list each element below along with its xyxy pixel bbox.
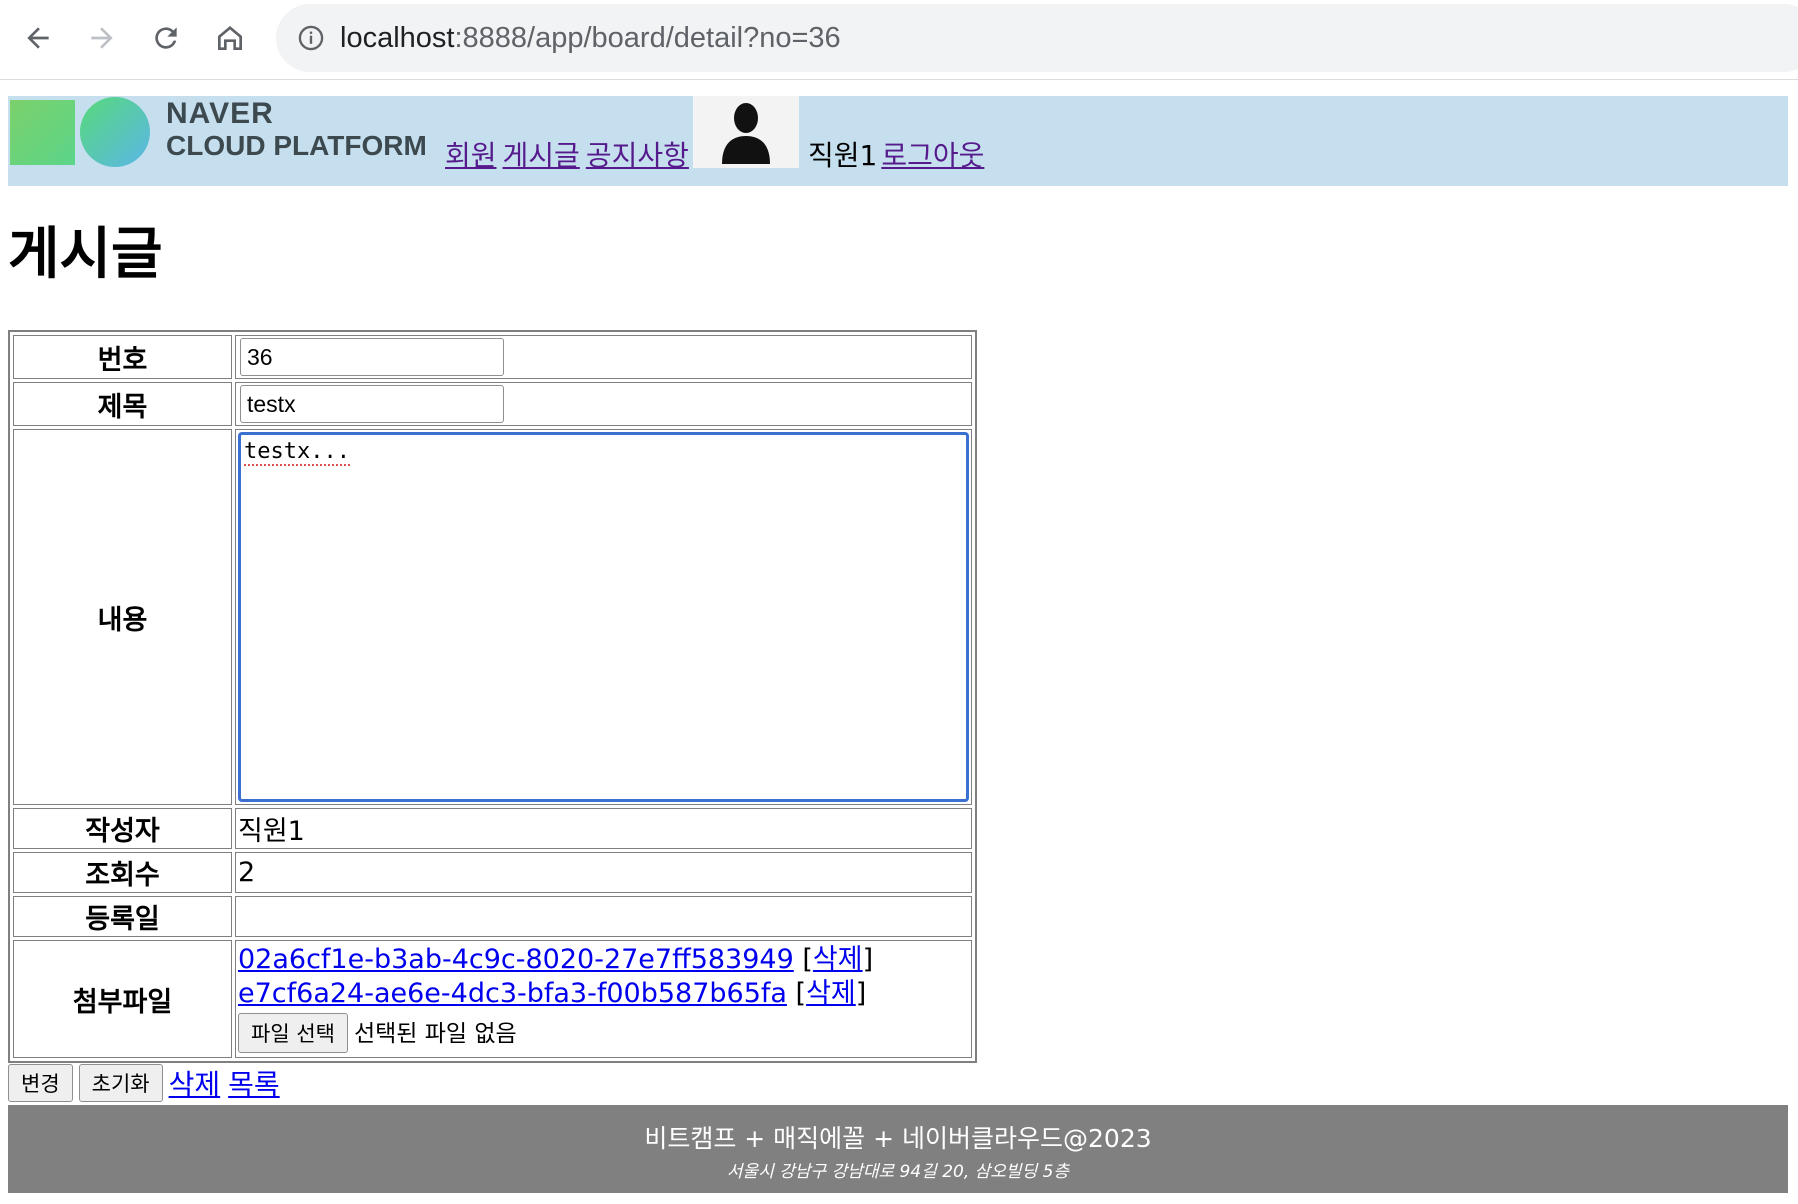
- user-avatar: [693, 96, 799, 168]
- table-row: 번호: [13, 335, 972, 379]
- user-info: 직원1 로그아웃: [808, 134, 984, 174]
- file-none-text: 선택된 파일 없음: [353, 1021, 517, 1047]
- content-textarea[interactable]: testx...: [238, 432, 969, 802]
- form-actions: 변경 초기화 삭제 목록: [8, 1063, 1790, 1103]
- back-arrow-icon: [27, 27, 49, 49]
- user-name: 직원1: [808, 139, 878, 172]
- title-label: 제목: [13, 382, 232, 426]
- title-input[interactable]: [240, 385, 504, 423]
- page-title: 게시글: [8, 222, 163, 287]
- logo-square-shape: [10, 100, 75, 165]
- forward-button[interactable]: [78, 14, 126, 62]
- file-delete-link[interactable]: 삭제: [806, 978, 856, 1009]
- views-label: 조회수: [13, 852, 232, 893]
- delete-link[interactable]: 삭제: [169, 1063, 221, 1103]
- file-select-button[interactable]: 파일 선택: [238, 1013, 348, 1053]
- naver-cloud-logo[interactable]: NAVER CLOUD PLATFORM: [8, 96, 448, 186]
- menu-notice-link[interactable]: 공지사항: [586, 139, 689, 172]
- user-avatar-icon: [722, 103, 770, 164]
- menu-board-link[interactable]: 게시글: [503, 139, 580, 172]
- table-row: 등록일: [13, 896, 972, 937]
- no-cell: [235, 335, 972, 379]
- forward-arrow-icon: [91, 27, 113, 49]
- views-value: 2: [235, 852, 972, 893]
- page-body: NAVER CLOUD PLATFORM 회원 게시글 공지사항 직원1 로그아웃 게…: [0, 96, 1798, 1193]
- logo-line2: CLOUD PLATFORM: [166, 130, 427, 161]
- logo-circle-shape: [80, 97, 150, 167]
- reload-button[interactable]: [142, 14, 190, 62]
- no-label: 번호: [13, 335, 232, 379]
- created-label: 등록일: [13, 896, 232, 937]
- file-item: 02a6cf1e-b3ab-4c9c-8020-27e7ff583949 [삭제…: [238, 944, 874, 975]
- home-icon: [218, 26, 242, 50]
- logo-text: NAVER CLOUD PLATFORM: [166, 98, 427, 162]
- list-link[interactable]: 목록: [228, 1063, 280, 1103]
- main-menu: 회원 게시글 공지사항: [445, 134, 695, 174]
- table-row: 조회수 2: [13, 852, 972, 893]
- reset-button[interactable]: 초기화: [78, 1064, 163, 1102]
- board-detail-table: 번호 제목 내용 testx... 작성자 직원1 조회수 2 등록일 첨부파일: [8, 330, 977, 1063]
- no-input[interactable]: [240, 338, 504, 376]
- created-value: [235, 896, 972, 937]
- files-label: 첨부파일: [13, 940, 232, 1058]
- update-button[interactable]: 변경: [8, 1064, 73, 1102]
- file-delete-link[interactable]: 삭제: [813, 944, 863, 975]
- site-footer: 비트캠프 + 매직에꼴 + 네이버클라우드@2023 서울시 강남구 강남대로 …: [8, 1105, 1788, 1193]
- file-item: e7cf6a24-ae6e-4dc3-bfa3-f00b587b65fa [삭제…: [238, 978, 867, 1009]
- files-cell: 02a6cf1e-b3ab-4c9c-8020-27e7ff583949 [삭제…: [235, 940, 972, 1058]
- back-button[interactable]: [14, 14, 62, 62]
- content-cell: testx...: [235, 429, 972, 805]
- file-link[interactable]: e7cf6a24-ae6e-4dc3-bfa3-f00b587b65fa: [238, 978, 787, 1009]
- site-header: NAVER CLOUD PLATFORM 회원 게시글 공지사항 직원1 로그아웃: [8, 96, 1788, 186]
- logout-link[interactable]: 로그아웃: [881, 139, 984, 172]
- table-row: 제목: [13, 382, 972, 426]
- writer-value: 직원1: [235, 808, 972, 849]
- address-bar[interactable]: localhost:8888/app/board/detail?no=36: [276, 4, 1798, 72]
- footer-line1: 비트캠프 + 매직에꼴 + 네이버클라우드@2023: [644, 1124, 1152, 1153]
- reload-icon: [155, 27, 177, 49]
- content-text: testx...: [244, 439, 350, 466]
- table-row: 내용 testx...: [13, 429, 972, 805]
- writer-label: 작성자: [13, 808, 232, 849]
- content-label: 내용: [13, 429, 232, 805]
- home-button[interactable]: [206, 14, 254, 62]
- file-picker: 파일 선택 선택된 파일 없음: [238, 1013, 971, 1053]
- menu-member-link[interactable]: 회원: [445, 139, 497, 172]
- title-cell: [235, 382, 972, 426]
- url-path: :8888/app/board/detail?no=36: [454, 21, 841, 54]
- file-link[interactable]: 02a6cf1e-b3ab-4c9c-8020-27e7ff583949: [238, 944, 794, 975]
- logo-line1: NAVER: [166, 97, 274, 130]
- footer-line2: 서울시 강남구 강남대로 94길 20, 삼오빌딩 5층: [726, 1162, 1070, 1182]
- info-icon[interactable]: [296, 23, 326, 53]
- table-row: 작성자 직원1: [13, 808, 972, 849]
- url-text: localhost:8888/app/board/detail?no=36: [340, 22, 841, 55]
- url-host: localhost: [340, 21, 455, 54]
- table-row: 첨부파일 02a6cf1e-b3ab-4c9c-8020-27e7ff58394…: [13, 940, 972, 1058]
- browser-toolbar: localhost:8888/app/board/detail?no=36: [0, 0, 1798, 80]
